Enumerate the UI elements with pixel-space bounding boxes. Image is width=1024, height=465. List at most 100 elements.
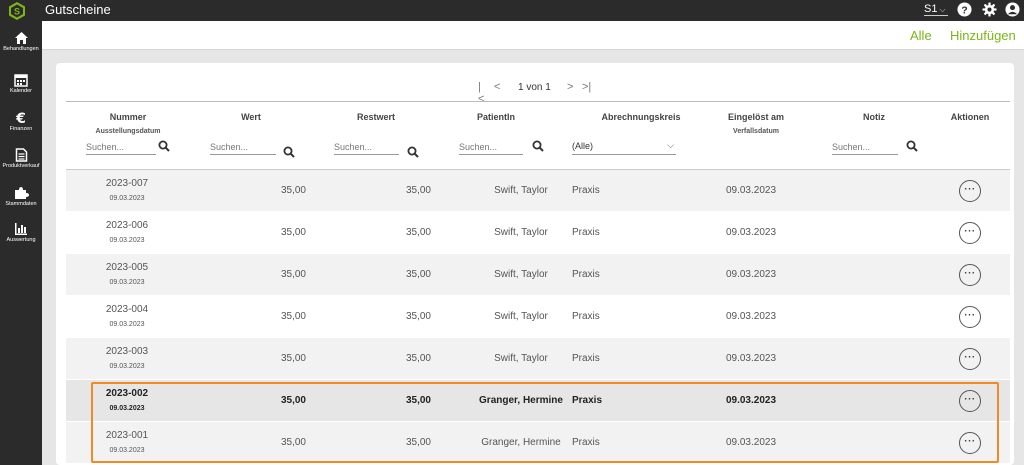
search-wert-input[interactable]: Suchen... xyxy=(210,141,276,155)
document-icon xyxy=(15,148,27,162)
search-icon[interactable] xyxy=(158,140,170,152)
sidebar-item-behandlungen[interactable]: Behandlungen xyxy=(0,31,42,53)
redeemed-date: 09.03.2023 xyxy=(725,437,777,448)
redeemed-date: 09.03.2023 xyxy=(725,269,777,280)
more-actions-button[interactable]: ··· xyxy=(959,432,981,454)
remaining-value: 35,00 xyxy=(405,227,431,238)
sidebar-item-stammdaten[interactable]: Stammdaten xyxy=(0,186,42,208)
patient-name: Swift, Taylor xyxy=(494,311,548,322)
table-row[interactable]: 2023-007 09.03.2023 35,00 35,00 Swift, T… xyxy=(66,170,1010,212)
redeemed-date: 09.03.2023 xyxy=(725,311,777,322)
search-icon[interactable] xyxy=(407,146,419,158)
issue-date: 09.03.2023 xyxy=(109,363,145,370)
remaining-value: 35,00 xyxy=(405,269,431,280)
sidebar-item-label: Behandlungen xyxy=(3,46,39,52)
sidebar-item-label: Finanzen xyxy=(9,126,33,132)
value: 35,00 xyxy=(280,185,306,196)
remaining-value: 35,00 xyxy=(405,395,431,406)
bar-chart-icon xyxy=(15,223,27,235)
more-actions-button[interactable]: ··· xyxy=(959,390,981,412)
sidebar-item-finanzen[interactable]: € Finanzen xyxy=(0,111,42,133)
prev-page-icon[interactable]: < xyxy=(494,81,500,93)
column-header-restwert[interactable]: Restwert xyxy=(351,112,401,122)
voucher-number: 2023-002 xyxy=(105,388,149,399)
voucher-number: 2023-005 xyxy=(105,262,149,273)
filter-all-link[interactable]: Alle xyxy=(910,28,932,43)
gear-icon[interactable] xyxy=(982,2,997,17)
column-subheader-verfallsdatum[interactable]: Verfallsdatum xyxy=(716,128,796,135)
redeemed-date: 09.03.2023 xyxy=(725,185,777,196)
sidebar-item-auswertung[interactable]: Auswertung xyxy=(0,222,42,244)
sidebar: Behandlungen Kalender € Finanzen Produkt… xyxy=(0,21,42,465)
redeemed-date: 09.03.2023 xyxy=(725,353,777,364)
more-actions-button[interactable]: ··· xyxy=(959,180,981,202)
billing-circle: Praxis xyxy=(572,353,600,364)
voucher-number: 2023-004 xyxy=(105,304,149,315)
billing-circle: Praxis xyxy=(572,185,600,196)
sidebar-item-produktverkauf[interactable]: Produktverkauf xyxy=(0,148,42,170)
billing-circle: Praxis xyxy=(572,269,600,280)
search-icon[interactable] xyxy=(906,140,918,152)
sidebar-item-kalender[interactable]: Kalender xyxy=(0,73,42,95)
column-header-eingeloest[interactable]: Eingelöst am xyxy=(716,112,796,122)
abrechnungskreis-select[interactable]: (Alle) ⌵ xyxy=(572,140,676,155)
sidebar-item-label: Auswertung xyxy=(6,237,36,243)
svg-text:?: ? xyxy=(961,5,967,16)
svg-text:S: S xyxy=(14,7,20,17)
billing-circle: Praxis xyxy=(572,311,600,322)
value: 35,00 xyxy=(280,353,306,364)
app-logo-icon[interactable]: S xyxy=(7,1,27,21)
column-subheader-ausstellungsdatum[interactable]: Ausstellungsdatum xyxy=(74,128,182,135)
table-row[interactable]: 2023-002 09.03.2023 35,00 35,00 Granger,… xyxy=(66,380,1010,422)
issue-date: 09.03.2023 xyxy=(109,447,145,454)
action-bar: Alle Hinzufügen xyxy=(42,21,1024,50)
help-icon[interactable]: ? xyxy=(957,2,972,17)
column-header-patientin[interactable]: PatientIn xyxy=(466,112,526,122)
more-actions-button[interactable]: ··· xyxy=(959,222,981,244)
voucher-number: 2023-007 xyxy=(105,178,149,189)
billing-circle: Praxis xyxy=(572,437,600,448)
patient-name: Swift, Taylor xyxy=(494,269,548,280)
billing-circle: Praxis xyxy=(572,227,600,238)
column-header-wert[interactable]: Wert xyxy=(236,112,266,122)
table-row[interactable]: 2023-003 09.03.2023 35,00 35,00 Swift, T… xyxy=(66,338,1010,380)
value: 35,00 xyxy=(280,437,306,448)
select-value: (Alle) xyxy=(572,141,594,151)
column-header-nummer[interactable]: Nummer xyxy=(74,112,182,122)
issue-date: 09.03.2023 xyxy=(109,237,145,244)
table-row[interactable]: 2023-005 09.03.2023 35,00 35,00 Swift, T… xyxy=(66,254,1010,296)
patient-name: Swift, Taylor xyxy=(494,353,548,364)
table-row[interactable]: 2023-004 09.03.2023 35,00 35,00 Swift, T… xyxy=(66,296,1010,338)
sidebar-item-label: Kalender xyxy=(9,88,33,94)
column-header-notiz[interactable]: Notiz xyxy=(854,112,894,122)
more-actions-button[interactable]: ··· xyxy=(959,264,981,286)
search-notiz-input[interactable]: Suchen... xyxy=(832,141,898,155)
add-button[interactable]: Hinzufügen xyxy=(950,28,1016,43)
search-patientin-input[interactable]: Suchen... xyxy=(459,141,523,155)
more-actions-button[interactable]: ··· xyxy=(959,348,981,370)
user-icon[interactable] xyxy=(1005,2,1020,17)
next-page-icon[interactable]: > xyxy=(567,81,573,93)
search-nummer-input[interactable]: Suchen... xyxy=(86,141,156,155)
last-page-icon[interactable]: >| xyxy=(582,81,591,93)
issue-date: 09.03.2023 xyxy=(109,279,145,286)
more-actions-button[interactable]: ··· xyxy=(959,306,981,328)
issue-date: 09.03.2023 xyxy=(109,405,145,412)
workspace-selector[interactable]: S1 ⌵ xyxy=(924,3,948,16)
svg-text:€: € xyxy=(15,111,26,125)
table-row[interactable]: 2023-006 09.03.2023 35,00 35,00 Swift, T… xyxy=(66,212,1010,254)
search-restwert-input[interactable]: Suchen... xyxy=(334,141,399,155)
search-icon[interactable] xyxy=(283,146,295,158)
remaining-value: 35,00 xyxy=(405,353,431,364)
issue-date: 09.03.2023 xyxy=(109,321,145,328)
search-icon[interactable] xyxy=(532,140,544,152)
billing-circle: Praxis xyxy=(572,395,603,406)
sidebar-item-label: Produktverkauf xyxy=(2,163,40,169)
workspace-label: S1 xyxy=(924,3,938,15)
voucher-table-panel: |< < 1 von 1 > >| Nummer Ausstellungsdat… xyxy=(56,63,1014,465)
redeemed-date: 09.03.2023 xyxy=(725,395,777,406)
table-row[interactable]: 2023-001 09.03.2023 35,00 35,00 Granger,… xyxy=(66,422,1010,464)
patient-name: Granger, Hermine xyxy=(481,437,561,448)
value: 35,00 xyxy=(280,395,306,406)
column-header-abrechnungskreis[interactable]: Abrechnungskreis xyxy=(581,112,701,122)
